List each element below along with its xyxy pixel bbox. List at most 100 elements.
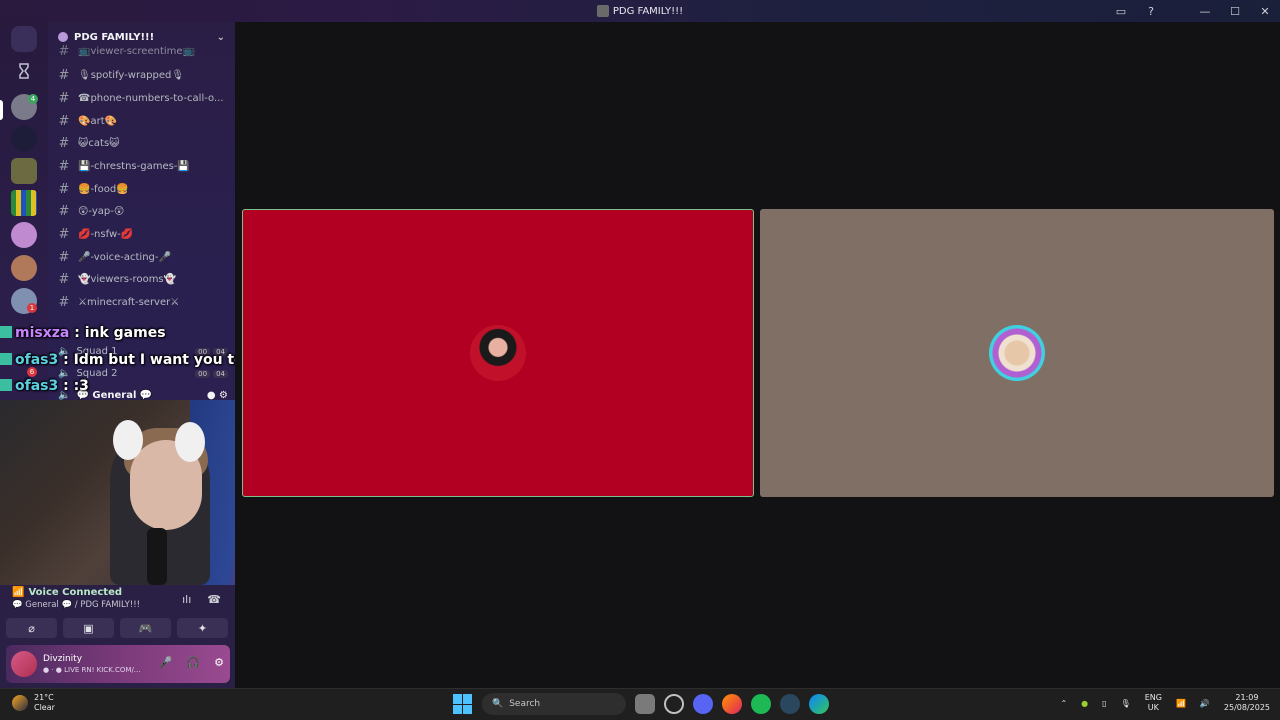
discord-icon[interactable]: [693, 694, 713, 714]
user-controls: 🎤 🎧 ⚙: [159, 656, 224, 669]
windows-taskbar: 21°C Clear 🔍 Search ⌃ ● ▯ 🎙 ENG UK 📶 🔊 2…: [0, 688, 1280, 720]
hash-icon: #: [58, 135, 70, 151]
hourglass-icon[interactable]: [11, 58, 37, 84]
user-status: ● · ● LIVE RN! KICK.COM/...: [43, 666, 141, 674]
voice-channel-limit: 00 04: [195, 369, 228, 378]
settings-gear-icon[interactable]: ⚙: [214, 656, 224, 669]
task-view-icon[interactable]: [635, 694, 655, 714]
weather-condition: Clear: [34, 703, 55, 712]
avatar[interactable]: [11, 651, 37, 677]
firefox-icon[interactable]: [722, 694, 742, 714]
channel-item[interactable]: # 👻viewers-rooms👻: [58, 269, 177, 289]
tray-chevron-up-icon[interactable]: ⌃: [1060, 699, 1067, 708]
steam-icon[interactable]: [780, 694, 800, 714]
soundboard-button[interactable]: ✦: [177, 618, 228, 638]
participant-avatar: [470, 325, 526, 381]
channel-item[interactable]: # 🍔-food🍔: [58, 179, 129, 199]
title-bar: PDG FAMILY!!! ▭ ? — ☐ ✕: [0, 0, 1280, 22]
discord-home-icon[interactable]: [11, 26, 37, 52]
maximize-button[interactable]: ☐: [1220, 5, 1250, 18]
system-tray: ⌃ ● ▯ 🎙 ENG UK 📶 🔊 21:09 25/08/2025: [1060, 693, 1270, 713]
taskbar-search[interactable]: 🔍 Search: [482, 693, 626, 715]
help-icon[interactable]: ?: [1136, 5, 1166, 18]
wifi-icon[interactable]: 📶: [1176, 699, 1186, 708]
channel-label: 💾-chrestns-games-💾: [78, 160, 190, 172]
microphone-icon[interactable]: 🎤: [159, 656, 173, 669]
voice-actions: ılı ☎: [182, 593, 221, 606]
channel-item[interactable]: # 🎤-voice-acting-🎤: [58, 247, 171, 267]
channel-label: 😺cats😺: [78, 137, 120, 149]
volume-icon[interactable]: 🔊: [1200, 699, 1210, 708]
chat-text: : ink games: [74, 325, 166, 341]
channel-label: 🍔-food🍔: [78, 183, 129, 195]
microphone: [147, 528, 167, 585]
mic-tray-icon[interactable]: 🎙: [1121, 699, 1131, 708]
voice-location[interactable]: 💬 General 💬 / PDG FAMILY!!!: [12, 600, 140, 610]
hash-icon: #: [58, 113, 70, 129]
spotify-icon[interactable]: [751, 694, 771, 714]
channel-label: ⚔minecraft-server⚔: [78, 296, 180, 308]
discord-window: PDG FAMILY!!! ▭ ? — ☐ ✕ 4 1 6 PDG FAMILY…: [0, 0, 1280, 720]
weather-temp: 21°C: [34, 693, 54, 702]
activities-button[interactable]: 🎮: [120, 618, 171, 638]
participant-tile-speaking[interactable]: [242, 209, 754, 497]
window-title: PDG FAMILY!!!: [596, 5, 683, 17]
channel-item[interactable]: # 🎨art🎨: [58, 111, 118, 131]
server-icon-4[interactable]: [11, 190, 37, 216]
channel-item[interactable]: # 💋-nsfw-💋: [58, 224, 134, 244]
channel-label: 👻viewers-rooms👻: [78, 273, 177, 285]
channel-item[interactable]: # 📺viewer-screentime📺: [58, 44, 195, 58]
channel-item[interactable]: # 💾-chrestns-games-💾: [58, 156, 190, 176]
channel-label: 😲-yap-😲: [78, 205, 125, 217]
username: Divzinity: [43, 654, 83, 664]
camera-off-button[interactable]: ⌀: [6, 618, 57, 638]
hash-icon: #: [58, 90, 70, 106]
xbox-icon[interactable]: [664, 694, 684, 714]
windows-start-icon[interactable]: [453, 694, 473, 714]
channel-item[interactable]: # 🎙spotify-wrapped🎙: [58, 65, 185, 85]
channel-item[interactable]: # ☎phone-numbers-to-call-o...: [58, 88, 224, 108]
channel-item[interactable]: # ⚔minecraft-server⚔: [58, 292, 180, 312]
headphones-icon[interactable]: 🎧: [186, 656, 200, 669]
server-icon-2[interactable]: [11, 126, 37, 152]
minimize-button[interactable]: —: [1190, 5, 1220, 18]
channel-label: 🎨art🎨: [78, 115, 118, 127]
language-indicator[interactable]: ENG UK: [1145, 693, 1162, 713]
hash-icon: #: [58, 271, 70, 287]
chat-username: ofas3: [15, 352, 59, 368]
user-panel: Divzinity ● · ● LIVE RN! KICK.COM/... 🎤 …: [6, 645, 230, 683]
hash-icon: #: [58, 181, 70, 197]
inbox-icon[interactable]: ▭: [1106, 5, 1136, 18]
clock-date: 25/08/2025: [1223, 703, 1270, 712]
hash-icon: #: [58, 249, 70, 265]
clock[interactable]: 21:09 25/08/2025: [1224, 693, 1270, 713]
nvidia-icon[interactable]: ●: [1081, 699, 1088, 708]
participant-avatar: [989, 325, 1045, 381]
hash-icon: #: [58, 44, 70, 58]
channel-item[interactable]: # 😺cats😺: [58, 133, 120, 153]
server-icon-6[interactable]: [11, 255, 37, 281]
channel-item[interactable]: # 😲-yap-😲: [58, 201, 125, 221]
chat-username: misxza: [15, 325, 70, 341]
usb-icon[interactable]: ▯: [1102, 699, 1106, 708]
disconnect-icon[interactable]: ☎: [207, 593, 221, 606]
close-button[interactable]: ✕: [1250, 5, 1280, 18]
server-badge-mention: 1: [27, 303, 37, 313]
hash-icon: #: [58, 67, 70, 83]
weather-widget[interactable]: 21°C Clear: [12, 693, 55, 713]
edge-icon[interactable]: [809, 694, 829, 714]
window-controls: ▭ ? — ☐ ✕: [1106, 0, 1280, 22]
chat-username: ofas3: [15, 378, 59, 394]
search-placeholder: Search: [509, 699, 541, 709]
participant-tile[interactable]: [760, 209, 1274, 497]
server-icon-5[interactable]: [11, 222, 37, 248]
screen-share-button[interactable]: ▣: [63, 618, 114, 638]
noise-suppression-icon[interactable]: ılı: [182, 593, 191, 606]
chat-text: : :3: [63, 378, 89, 394]
signal-icon: 📶: [12, 587, 25, 598]
server-icon-3[interactable]: [11, 158, 37, 184]
guild-thumb-icon: [596, 5, 609, 17]
headphone-left: [113, 420, 143, 460]
channel-label: 🎤-voice-acting-🎤: [78, 251, 171, 263]
selected-server-pill: [0, 100, 3, 120]
